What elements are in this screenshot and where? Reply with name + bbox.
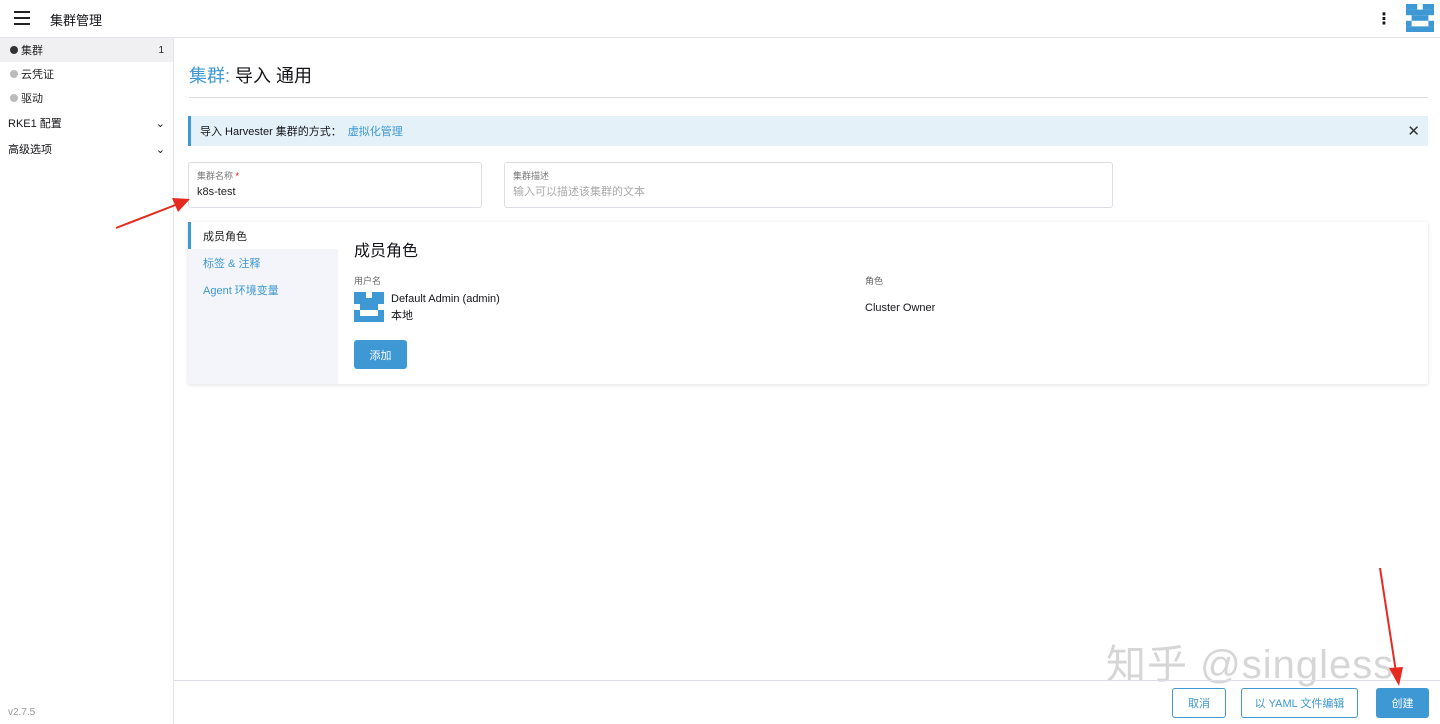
cluster-description-label: 集群描述 (513, 171, 550, 181)
member-row: Default Admin (admin) 本地 (354, 292, 500, 325)
banner-text: 导入 Harvester 集群的方式： (200, 126, 342, 138)
sidebar-item-cloud-credentials[interactable]: 云凭证 (0, 62, 173, 86)
sidebar: 集群 1 云凭证 驱动 RKE1 配置 ⌄ 高级选项 ⌄ v2.7.5 (0, 38, 174, 724)
cluster-count: 1 (158, 44, 164, 56)
footer-divider (174, 680, 1440, 681)
config-card: 成员角色 标签 & 注释 Agent 环境变量 成员角色 用户名 角色 Defa… (188, 222, 1428, 384)
top-header: 集群管理 ⋮ (0, 0, 1440, 38)
sidebar-group-label: RKE1 配置 (8, 118, 62, 130)
app-title: 集群管理 (50, 13, 103, 28)
sidebar-item-drivers[interactable]: 驱动 (0, 86, 173, 110)
member-avatar (354, 292, 384, 322)
page-title-resource[interactable]: 集群: (189, 66, 230, 86)
tab-agent-env-vars[interactable]: Agent 环境变量 (188, 276, 338, 303)
cluster-name-label: 集群名称 * (197, 171, 240, 181)
cluster-name-field[interactable]: 集群名称 * (188, 162, 482, 208)
member-role: Cluster Owner (865, 302, 936, 314)
tab-labels-annotations[interactable]: 标签 & 注释 (188, 249, 338, 276)
cluster-description-field[interactable]: 集群描述 (504, 162, 1113, 208)
section-heading: 成员角色 (354, 243, 419, 260)
cancel-button[interactable]: 取消 (1172, 688, 1226, 718)
column-username: 用户名 (354, 276, 382, 286)
watermark: 知乎 @singless (1106, 643, 1395, 687)
chevron-down-icon: ⌄ (155, 143, 165, 156)
sidebar-item-label: 云凭证 (21, 69, 54, 81)
sidebar-item-label: 集群 (21, 45, 43, 57)
create-button[interactable]: 创建 (1376, 688, 1429, 718)
tab-member-roles[interactable]: 成员角色 (188, 222, 338, 249)
sidebar-item-clusters[interactable]: 集群 1 (0, 38, 173, 62)
add-member-button[interactable]: 添加 (354, 340, 407, 369)
chevron-down-icon: ⌄ (155, 117, 165, 130)
edit-yaml-button[interactable]: 以 YAML 文件编辑 (1241, 688, 1358, 718)
member-roles-panel: 成员角色 用户名 角色 Default Admin (admin) 本地 Clus… (354, 222, 935, 369)
sidebar-group-rke1[interactable]: RKE1 配置 ⌄ (0, 110, 173, 136)
close-icon[interactable]: ✕ (1407, 122, 1420, 140)
member-name: Default Admin (admin) (391, 293, 500, 305)
member-source: 本地 (391, 310, 413, 322)
hamburger-menu-icon[interactable] (14, 11, 30, 25)
cluster-description-input[interactable] (513, 186, 1104, 198)
column-role: 角色 (865, 276, 884, 286)
version-label: v2.7.5 (8, 707, 36, 718)
side-tabs: 成员角色 标签 & 注释 Agent 环境变量 (188, 222, 338, 384)
more-options-icon[interactable]: ⋮ (1376, 9, 1392, 29)
info-banner: 导入 Harvester 集群的方式： 虚拟化管理 ✕ (188, 116, 1428, 146)
user-avatar-icon[interactable] (1406, 4, 1434, 32)
divider (189, 97, 1428, 98)
status-dot-icon (10, 46, 18, 54)
red-arrow-icon (1379, 567, 1403, 686)
sidebar-group-label: 高级选项 (8, 144, 52, 156)
cluster-name-input[interactable] (197, 186, 473, 198)
status-dot-icon (10, 70, 18, 78)
page-title: 集群: 导入 通用 (189, 62, 312, 88)
virtualization-management-link[interactable]: 虚拟化管理 (348, 123, 403, 139)
status-dot-icon (10, 94, 18, 102)
sidebar-group-advanced[interactable]: 高级选项 ⌄ (0, 136, 173, 162)
page-title-mode: 导入 通用 (235, 66, 313, 86)
sidebar-item-label: 驱动 (21, 93, 43, 105)
